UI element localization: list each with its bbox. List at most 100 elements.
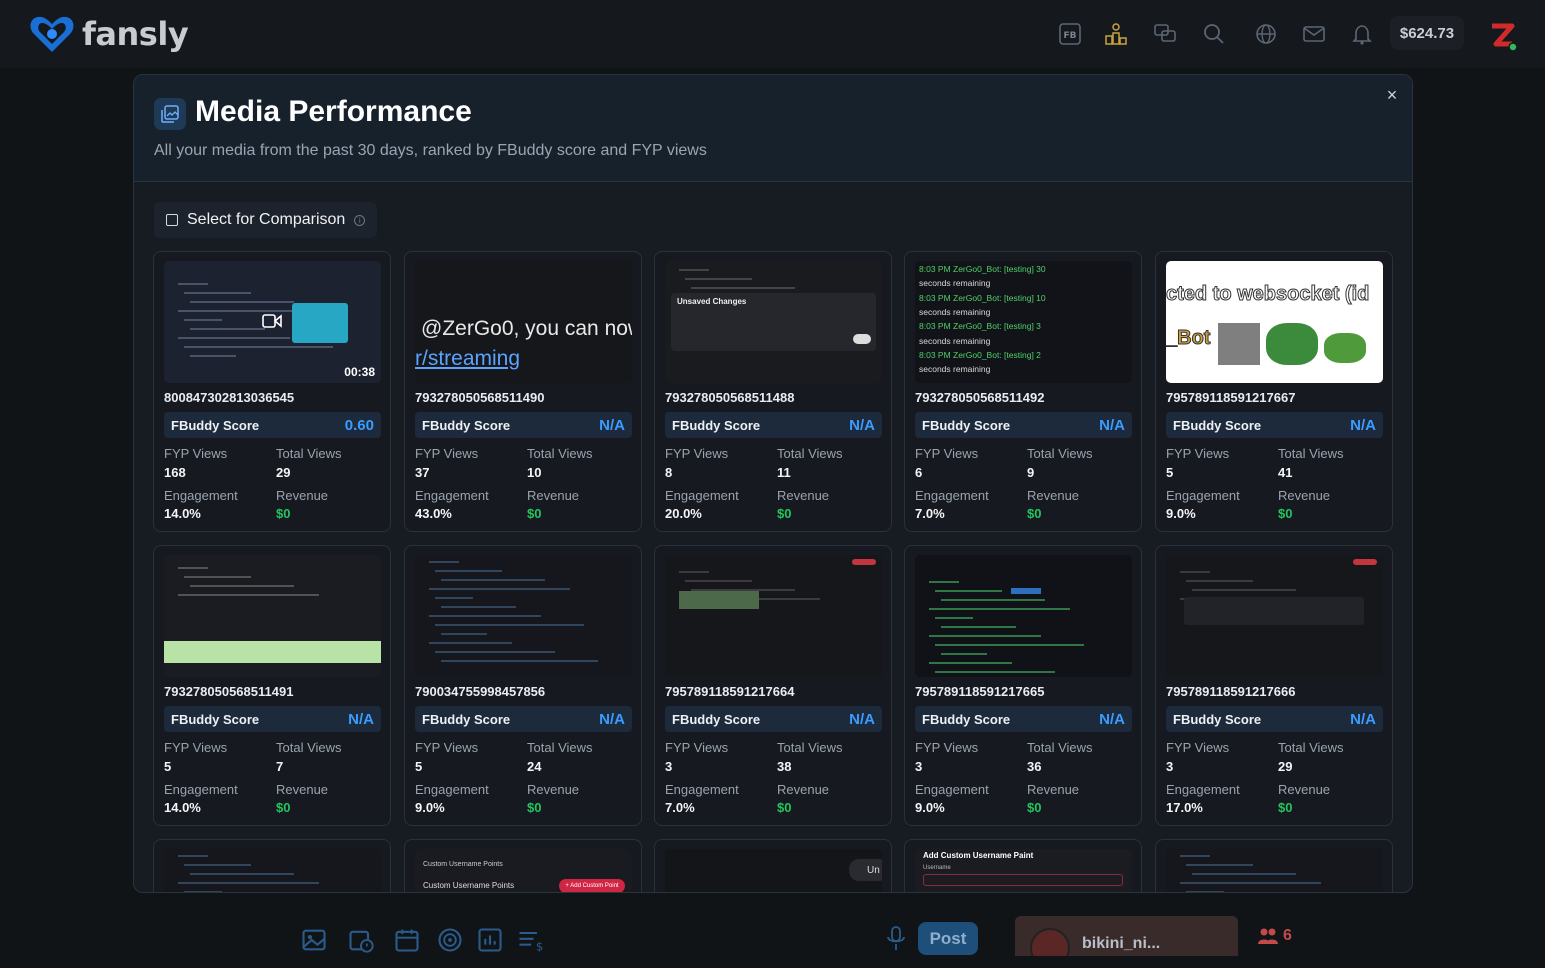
fbuddy-score-value: N/A [849,711,875,728]
media-card[interactable]: Unsaved Changes 793278050568511488 FBudd… [654,251,892,532]
engagement-value: 43.0% [415,506,452,521]
engagement-label: Engagement [1166,782,1240,797]
fyp-views-label: FYP Views [915,446,979,461]
media-thumbnail[interactable] [915,555,1132,677]
media-thumbnail[interactable] [1166,555,1383,677]
engagement-value: 14.0% [164,506,201,521]
total-views-value: 24 [527,759,542,774]
close-button[interactable]: × [1382,85,1402,105]
media-card[interactable]: cted to websocket (id _Bot 7957891185912… [1155,251,1393,532]
fyp-views-value: 5 [1166,465,1174,480]
thumb-line [935,617,973,619]
chat-icon[interactable] [1149,18,1181,50]
thumb-line [679,269,709,271]
revenue-label: Revenue [777,782,830,797]
background-composer: $ [0,895,1545,968]
media-thumbnail[interactable]: cted to websocket (id _Bot [1166,261,1383,383]
thumb-title-2: Custom Username Points [423,881,515,890]
modal-subtitle: All your media from the past 30 days, ra… [154,142,707,159]
comparison-checkbox[interactable] [166,214,178,226]
thumb-line [935,671,1055,673]
bell-icon[interactable] [1346,18,1378,50]
wallet-balance[interactable]: $624.73 [1390,16,1464,50]
media-thumbnail[interactable] [1166,849,1383,892]
media-thumbnail[interactable]: 8:03 PM ZerGo0_Bot: [testing] 30 seconds … [915,261,1132,383]
media-thumbnail[interactable]: Un [665,849,882,892]
search-icon[interactable] [1198,18,1230,50]
engagement-value: 9.0% [1166,506,1196,521]
fb-badge-icon[interactable]: FB [1054,18,1086,50]
target-icon[interactable] [436,926,464,954]
fyp-views-label: FYP Views [164,740,228,755]
media-card[interactable]: 00:38 800847302813036545 FBuddy Score 0.… [153,251,391,532]
media-card[interactable] [153,839,391,892]
thumb-line [941,626,1016,628]
media-thumbnail[interactable] [665,555,882,677]
media-card[interactable]: Un [654,839,892,892]
image-icon[interactable] [300,926,328,954]
calendar-icon[interactable] [393,926,421,954]
media-card[interactable]: 795789118591217664 FBuddy Score N/A FYP … [654,545,892,826]
media-id: 793278050568511491 [164,684,294,699]
post-button[interactable]: Post [918,922,978,955]
media-card[interactable]: Custom Username Points Custom Username P… [404,839,642,892]
thumb-line [435,570,502,572]
video-duration: 00:38 [344,365,375,379]
total-views-value: 29 [1278,759,1293,774]
thumb-line [190,328,265,330]
media-thumbnail[interactable] [415,555,632,677]
microphone-icon[interactable] [886,926,906,952]
thumb-line [429,588,570,590]
media-id: 790034755998457856 [415,684,546,699]
media-thumbnail[interactable]: Unsaved Changes [665,261,882,383]
leaderboard-icon[interactable] [1100,18,1132,50]
revenue-label: Revenue [1027,488,1080,503]
engagement-label: Engagement [415,782,489,797]
top-navigation-bar: fansly FB $624.73 [0,0,1545,68]
media-card[interactable]: 8:03 PM ZerGo0_Bot: [testing] 30 seconds … [904,251,1142,532]
fansly-logo[interactable]: fansly [28,14,189,54]
revenue-label: Revenue [276,782,329,797]
thumb-line [1192,873,1296,875]
media-thumbnail[interactable]: 00:38 [164,261,381,383]
fbuddy-score-value: N/A [1099,711,1125,728]
thumb-chip: Un [849,859,882,881]
fyp-views-value: 168 [164,465,186,480]
media-card[interactable] [1155,839,1393,892]
media-card[interactable]: @ZerGo0, you can now r/streaming 7932780… [404,251,642,532]
fbuddy-score-label: FBuddy Score [922,712,1011,727]
schedule-icon[interactable] [347,926,375,954]
info-icon[interactable]: i [354,214,366,226]
thumb-line [429,615,541,617]
media-thumbnail[interactable] [164,555,381,677]
thumb-line [441,660,598,662]
fbuddy-score-label: FBuddy Score [1173,712,1262,727]
thumb-line [184,346,333,348]
media-card[interactable]: 795789118591217666 FBuddy Score N/A FYP … [1155,545,1393,826]
media-thumbnail[interactable]: Add Custom Username Paint Username [915,849,1132,892]
total-views-label: Total Views [777,446,843,461]
media-thumbnail[interactable]: Custom Username Points Custom Username P… [415,849,632,892]
engagement-label: Engagement [164,488,238,503]
media-id: 793278050568511490 [415,390,545,405]
fbuddy-score-value: N/A [599,711,625,728]
select-for-comparison-toggle[interactable]: Select for Comparison i [154,202,377,238]
fyp-views-value: 3 [1166,759,1174,774]
media-thumbnail[interactable]: @ZerGo0, you can now r/streaming [415,261,632,383]
media-card[interactable]: 793278050568511491 FBuddy Score N/A FYP … [153,545,391,826]
media-card[interactable]: Add Custom Username Paint Username [904,839,1142,892]
profile-avatar[interactable] [1486,20,1518,52]
mail-icon[interactable] [1298,18,1330,50]
price-list-icon[interactable]: $ [516,926,544,954]
media-card[interactable]: 795789118591217665 FBuddy Score N/A FYP … [904,545,1142,826]
globe-icon[interactable] [1250,18,1282,50]
fbuddy-score-value: N/A [599,417,625,434]
media-card[interactable]: 790034755998457856 FBuddy Score N/A FYP … [404,545,642,826]
fyp-views-label: FYP Views [665,446,729,461]
thumb-panel [1184,597,1364,625]
fyp-views-value: 8 [665,465,673,480]
fbuddy-score-label: FBuddy Score [422,712,511,727]
poll-icon[interactable] [476,926,504,954]
media-thumbnail[interactable] [164,849,381,892]
members-count[interactable]: 6 [1257,927,1292,945]
